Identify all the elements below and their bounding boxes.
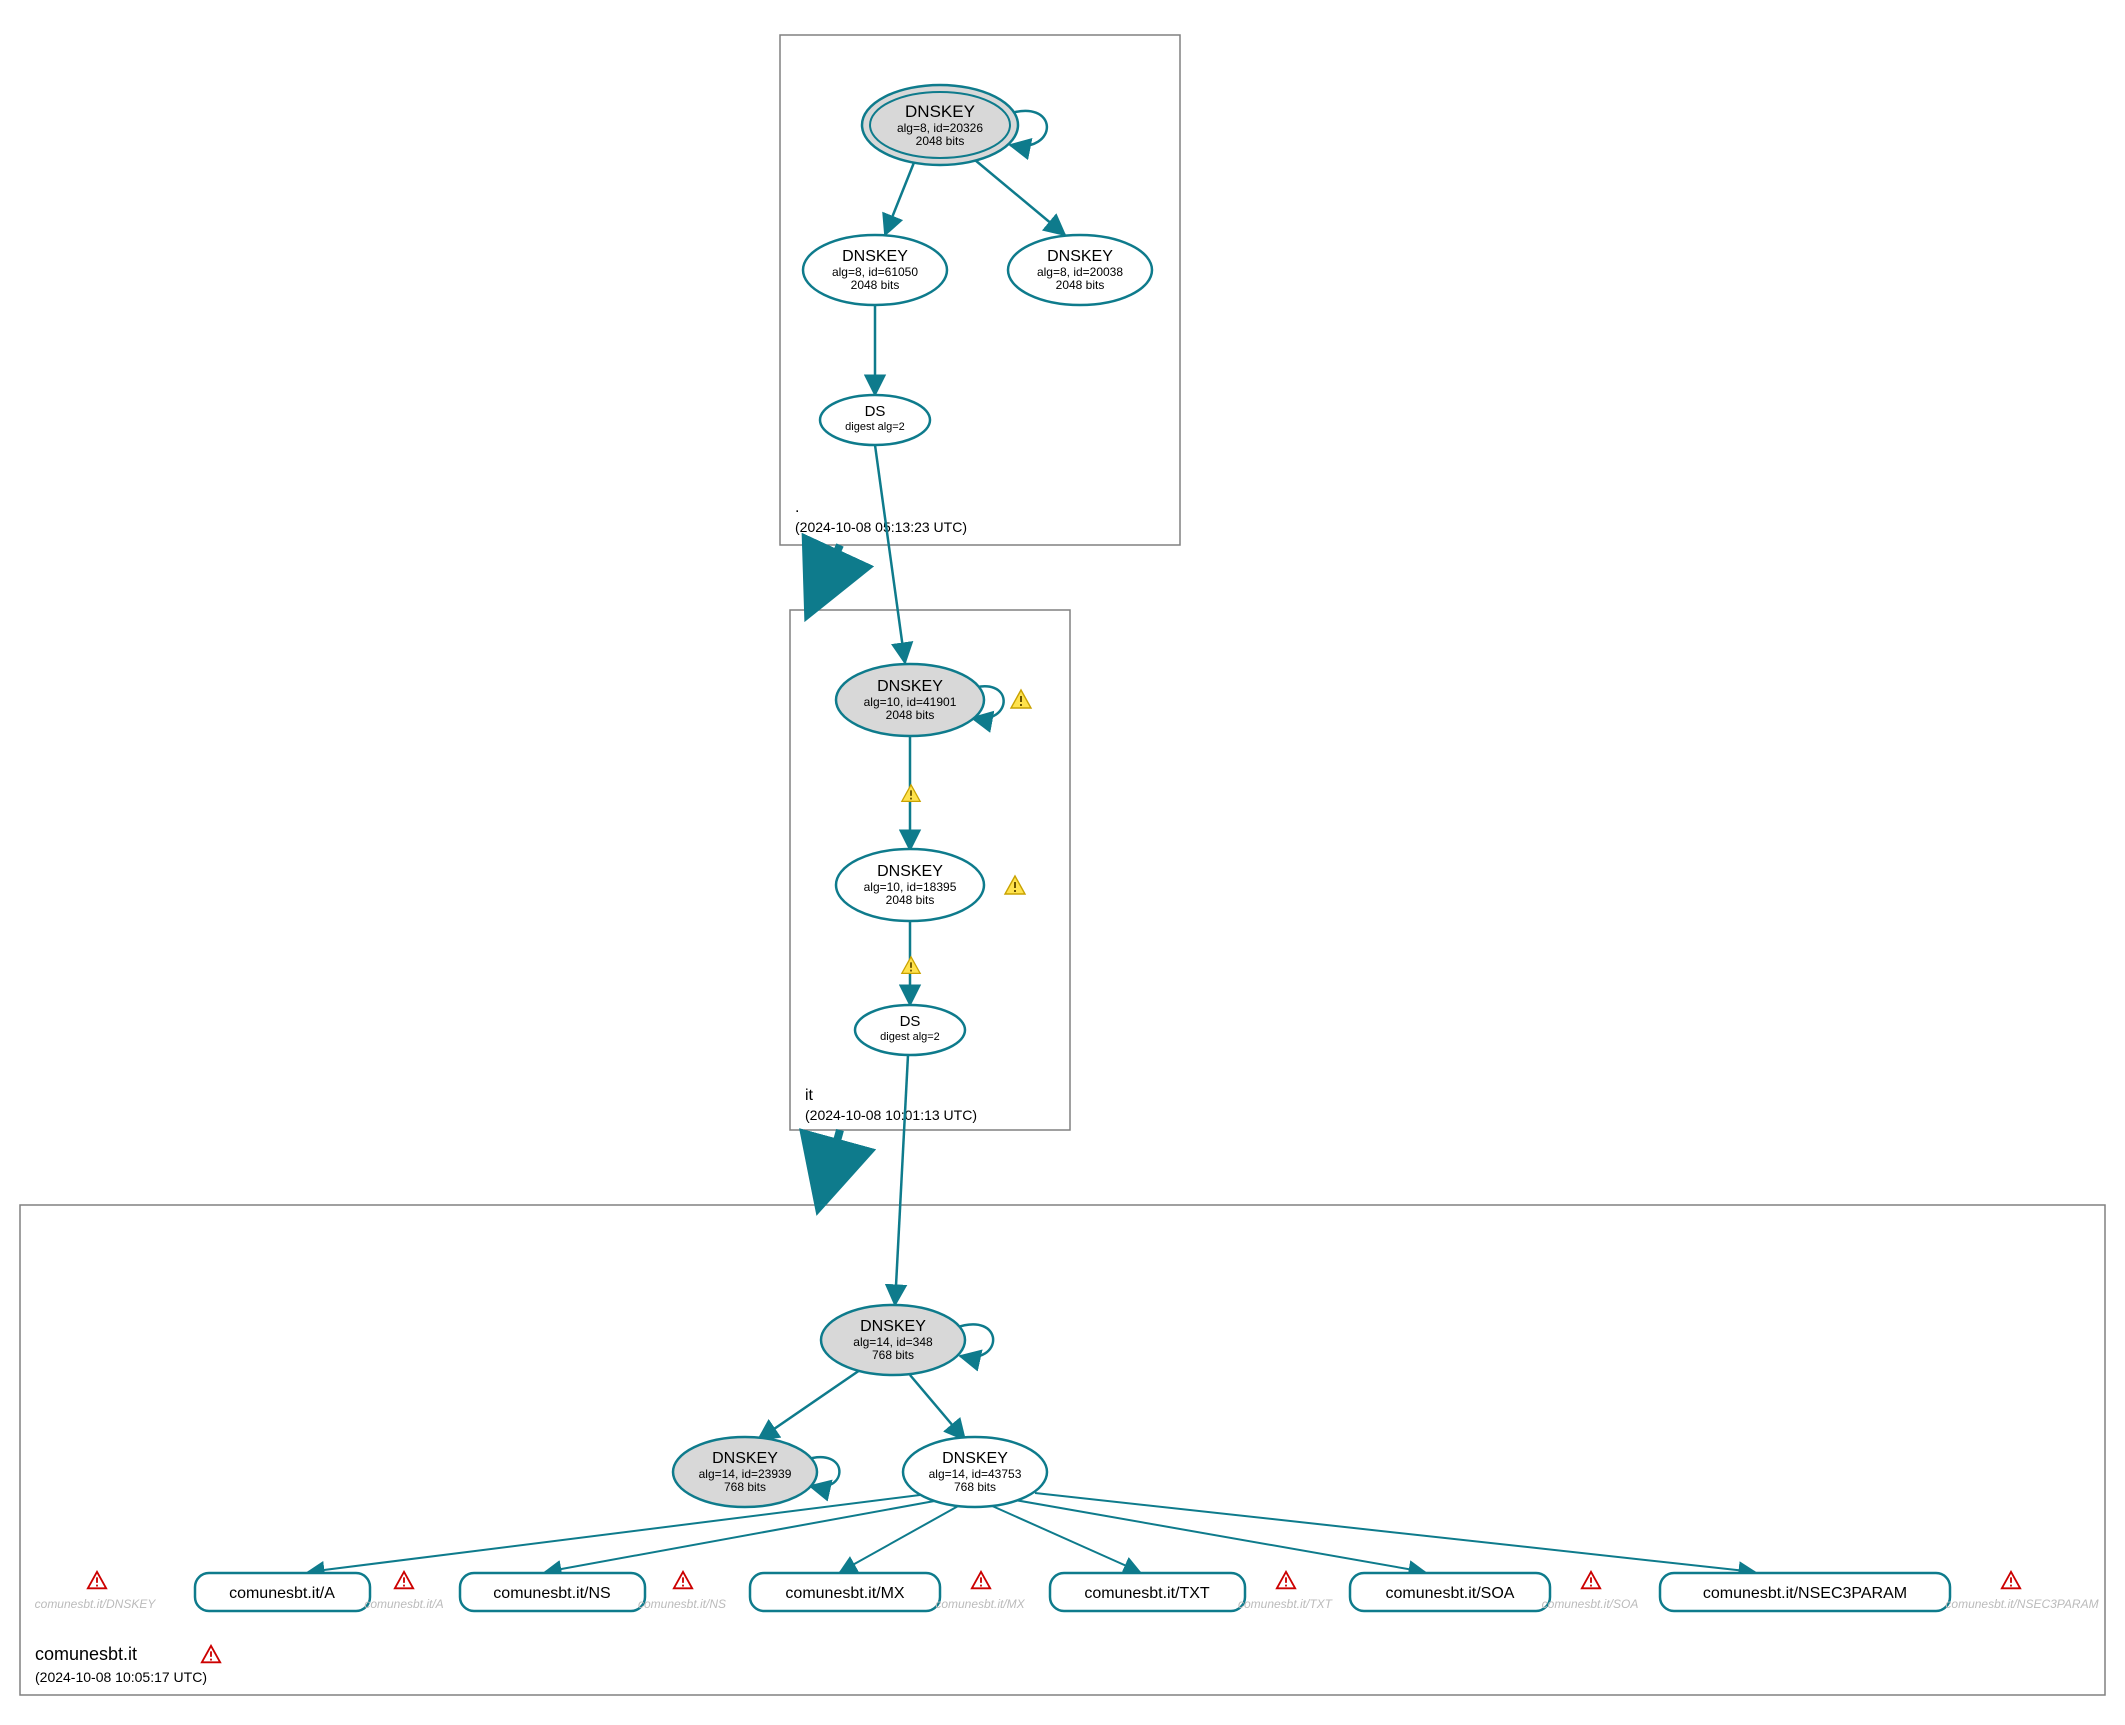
edge xyxy=(545,1500,940,1572)
error-icon xyxy=(88,1572,106,1589)
node-subtitle: alg=10, id=18395 xyxy=(864,880,957,894)
node-title: DNSKEY xyxy=(877,863,943,880)
zone-root-timestamp: (2024-10-08 05:13:23 UTC) xyxy=(795,519,967,535)
node-title: DNSKEY xyxy=(860,1318,926,1335)
node-subtitle: alg=10, id=41901 xyxy=(864,695,957,709)
shadow-rr: comunesbt.it/NSEC3PARAM xyxy=(1945,1597,2098,1611)
error-icon xyxy=(202,1646,220,1663)
node-subtitle2: 2048 bits xyxy=(886,893,935,907)
node-subtitle2: 768 bits xyxy=(954,1480,996,1494)
dnskey-it-zsk: DNSKEY alg=10, id=18395 2048 bits xyxy=(836,849,984,921)
shadow-rr: comunesbt.it/DNSKEY xyxy=(35,1597,157,1611)
node-subtitle2: 2048 bits xyxy=(916,134,965,148)
shadow-rr: comunesbt.it/MX xyxy=(935,1597,1025,1611)
rr-nsec3param: comunesbt.it/NSEC3PARAM xyxy=(1660,1573,1950,1611)
node-subtitle: alg=8, id=61050 xyxy=(832,265,918,279)
error-icon xyxy=(2002,1572,2020,1589)
dnssec-graph: . (2024-10-08 05:13:23 UTC) it (2024-10-… xyxy=(0,0,2125,1725)
node-subtitle: alg=8, id=20038 xyxy=(1037,265,1123,279)
dnskey-leaf-zsk2: DNSKEY alg=14, id=43753 768 bits xyxy=(903,1437,1047,1507)
rr-label: comunesbt.it/A xyxy=(229,1585,335,1602)
node-subtitle: alg=14, id=23939 xyxy=(699,1467,792,1481)
edge xyxy=(975,160,1065,235)
dnskey-it-ksk: DNSKEY alg=10, id=41901 2048 bits xyxy=(836,664,984,736)
zone-leaf-label: comunesbt.it xyxy=(35,1644,137,1664)
warning-icon xyxy=(1005,876,1025,894)
error-icon xyxy=(972,1572,990,1589)
rr-label: comunesbt.it/TXT xyxy=(1084,1585,1210,1602)
node-subtitle2: 768 bits xyxy=(872,1348,914,1362)
node-subtitle2: 768 bits xyxy=(724,1480,766,1494)
node-subtitle2: 2048 bits xyxy=(851,278,900,292)
rr-a: comunesbt.it/A xyxy=(195,1573,370,1611)
node-subtitle2: 2048 bits xyxy=(1056,278,1105,292)
dnskey-leaf-ksk: DNSKEY alg=14, id=348 768 bits xyxy=(821,1305,965,1375)
zone-it-timestamp: (2024-10-08 10:01:13 UTC) xyxy=(805,1107,977,1123)
error-icon xyxy=(1277,1572,1295,1589)
shadow-rr: comunesbt.it/NS xyxy=(638,1597,726,1611)
zone-root-label: . xyxy=(795,499,799,516)
node-subtitle: digest alg=2 xyxy=(880,1031,940,1043)
rr-label: comunesbt.it/SOA xyxy=(1386,1585,1515,1602)
node-subtitle: digest alg=2 xyxy=(845,421,905,433)
edge xyxy=(758,1370,860,1440)
node-title: DNSKEY xyxy=(905,102,975,121)
ds-root: DS digest alg=2 xyxy=(820,395,930,445)
warning-icon xyxy=(902,785,920,802)
edge xyxy=(885,160,915,235)
node-title: DNSKEY xyxy=(842,248,908,265)
node-subtitle2: 2048 bits xyxy=(886,708,935,722)
shadow-rr: comunesbt.it/A xyxy=(364,1597,443,1611)
node-title: DNSKEY xyxy=(1047,248,1113,265)
node-title: DS xyxy=(865,403,886,420)
node-subtitle: alg=8, id=20326 xyxy=(897,121,983,135)
edge xyxy=(875,445,905,663)
node-subtitle: alg=14, id=43753 xyxy=(929,1467,1022,1481)
edge xyxy=(990,1505,1140,1572)
node-title: DNSKEY xyxy=(712,1450,778,1467)
rr-ns: comunesbt.it/NS xyxy=(460,1573,645,1611)
error-icon xyxy=(1582,1572,1600,1589)
dnskey-root-zsk2: DNSKEY alg=8, id=20038 2048 bits xyxy=(1008,235,1152,305)
node-title: DNSKEY xyxy=(942,1450,1008,1467)
rr-label: comunesbt.it/NS xyxy=(493,1585,610,1602)
edge xyxy=(1015,1500,1425,1572)
edge xyxy=(308,1495,920,1572)
dnskey-root-zsk1: DNSKEY alg=8, id=61050 2048 bits xyxy=(803,235,947,305)
zone-leaf-timestamp: (2024-10-08 10:05:17 UTC) xyxy=(35,1669,207,1685)
warning-icon xyxy=(902,957,920,974)
delegation-edge xyxy=(820,1130,840,1203)
node-title: DS xyxy=(900,1013,921,1030)
edge xyxy=(910,1375,965,1440)
shadow-rr: comunesbt.it/SOA xyxy=(1542,1597,1639,1611)
rr-txt: comunesbt.it/TXT xyxy=(1050,1573,1245,1611)
rr-mx: comunesbt.it/MX xyxy=(750,1573,940,1611)
shadow-rr: comunesbt.it/TXT xyxy=(1238,1597,1334,1611)
rr-soa: comunesbt.it/SOA xyxy=(1350,1573,1550,1611)
zone-it-label: it xyxy=(805,1087,814,1104)
error-icon xyxy=(674,1572,692,1589)
node-title: DNSKEY xyxy=(877,678,943,695)
rr-label: comunesbt.it/NSEC3PARAM xyxy=(1703,1585,1907,1602)
edge xyxy=(895,1055,908,1305)
rr-label: comunesbt.it/MX xyxy=(785,1585,904,1602)
edge xyxy=(1035,1493,1755,1572)
dnskey-root-ksk: DNSKEY alg=8, id=20326 2048 bits xyxy=(862,85,1018,165)
error-icon xyxy=(395,1572,413,1589)
delegation-edge xyxy=(810,545,840,610)
zone-leaf-box xyxy=(20,1205,2105,1695)
dnskey-leaf-zsk1: DNSKEY alg=14, id=23939 768 bits xyxy=(673,1437,817,1507)
ds-it: DS digest alg=2 xyxy=(855,1005,965,1055)
node-subtitle: alg=14, id=348 xyxy=(853,1335,933,1349)
warning-icon xyxy=(1011,690,1031,708)
